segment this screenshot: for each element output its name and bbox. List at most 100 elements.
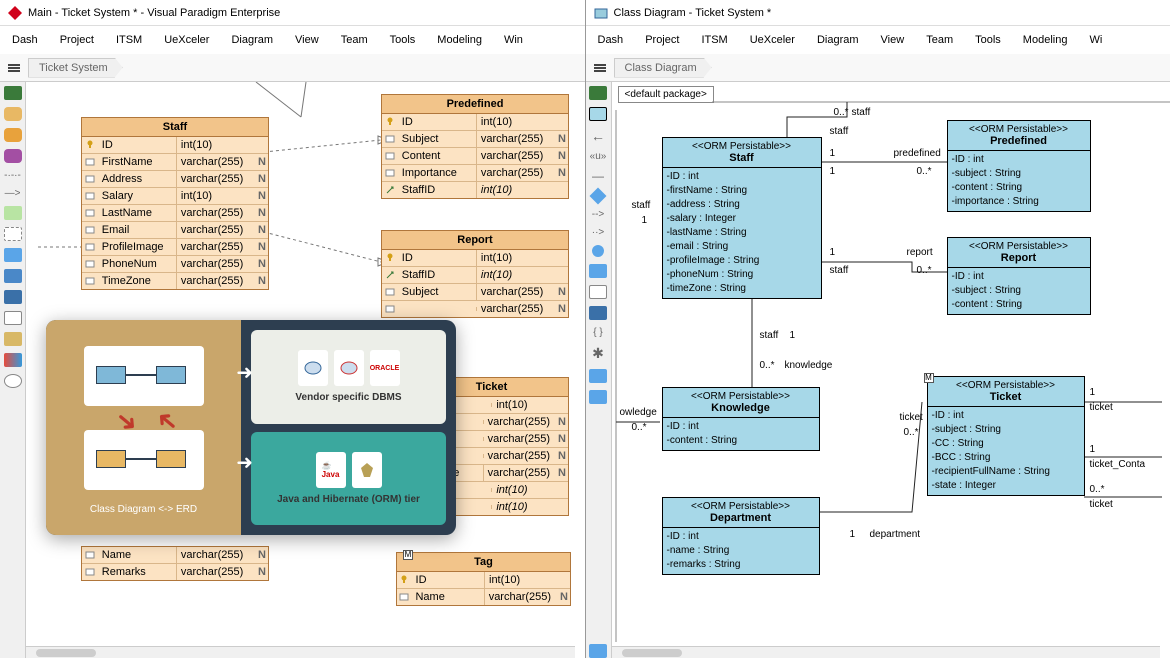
erd-staff[interactable]: Staff IDint(10)FirstNamevarchar(255)NAdd… <box>81 117 269 290</box>
palette-agg-icon[interactable] <box>590 188 607 205</box>
lbl-know-m2: 0..* <box>632 422 647 433</box>
menu-dash[interactable]: Dash <box>12 34 38 46</box>
erd-predefined[interactable]: Predefined IDint(10)Subjectvarchar(255)N… <box>381 94 569 199</box>
scrollbar-h-right[interactable] <box>612 646 1161 658</box>
uml-staff[interactable]: <<ORM Persistable>>Staff -ID : int-first… <box>662 137 822 299</box>
menu-tools[interactable]: Tools <box>390 34 416 46</box>
lbl-staff-ext: staff <box>632 200 651 211</box>
uml-department[interactable]: <<ORM Persistable>>Department -ID : int-… <box>662 497 820 575</box>
menu-view-r[interactable]: View <box>881 34 905 46</box>
lbl-know-staff: staff <box>760 330 779 341</box>
menu-modeling-r[interactable]: Modeling <box>1023 34 1068 46</box>
uml-predefined-body: -ID : int-subject : String-content : Str… <box>948 151 1090 211</box>
palette-cursor-icon-r[interactable] <box>589 86 607 100</box>
menu-view[interactable]: View <box>295 34 319 46</box>
menu-project[interactable]: Project <box>60 34 94 46</box>
palette-port-icon[interactable] <box>592 245 604 257</box>
palette-assoc-icon[interactable]: — <box>592 169 604 183</box>
workarea-left: -·-·- —> <box>0 82 585 658</box>
menu-itsm-r[interactable]: ITSM <box>701 34 727 46</box>
menu-team[interactable]: Team <box>341 34 368 46</box>
erd-dept-rows: Namevarchar(255)NRemarksvarchar(255)N <box>82 547 268 580</box>
promo-overlay: ➜ ➜ Class Diagram <-> ERD ➜ ➜ <box>46 320 456 535</box>
workarea-right: ← «u» — --> ··> { } ✱ <default package> <box>586 82 1170 658</box>
erd-tag-handle[interactable]: M <box>403 550 413 560</box>
palette-view-icon[interactable] <box>4 149 22 163</box>
palette-real-icon[interactable]: ··> <box>592 227 605 238</box>
lbl-pred-1: 1 <box>830 148 836 159</box>
lbl-pred-m: 0..* <box>917 166 932 177</box>
lbl-tic-mc: 0..* <box>1090 484 1105 495</box>
palette-class-icon[interactable] <box>589 107 607 121</box>
menu-team-r[interactable]: Team <box>926 34 953 46</box>
erd-canvas[interactable]: Staff IDint(10)FirstNamevarchar(255)NAdd… <box>26 82 585 658</box>
palette-folder2-icon[interactable] <box>589 390 607 404</box>
palette-pkg-icon[interactable] <box>589 264 607 278</box>
menu-dash-r[interactable]: Dash <box>598 34 624 46</box>
menu-modeling[interactable]: Modeling <box>437 34 482 46</box>
lbl-know-1: 1 <box>790 330 796 341</box>
palette-folder-icon[interactable] <box>589 369 607 383</box>
palette-cursor-icon[interactable] <box>4 86 22 100</box>
lbl-rep-r: report <box>907 247 933 258</box>
menu-diagram[interactable]: Diagram <box>231 34 273 46</box>
promo-orm-label: Java and Hibernate (ORM) tier <box>277 494 420 505</box>
palette-shape3-icon[interactable] <box>4 290 22 304</box>
palette-anchor-icon[interactable]: ✱ <box>592 345 604 362</box>
scrollbar-h-left[interactable] <box>26 646 575 658</box>
erd-tag[interactable]: Tag IDint(10)Namevarchar(255)N <box>396 552 571 606</box>
menu-itsm[interactable]: ITSM <box>116 34 142 46</box>
erd-dept[interactable]: Namevarchar(255)NRemarksvarchar(255)N <box>81 546 269 581</box>
menu-tools-r[interactable]: Tools <box>975 34 1001 46</box>
palette-dep-icon[interactable]: --> <box>592 209 605 220</box>
uml-ticket-name: Ticket <box>931 391 1081 403</box>
uml-ticket[interactable]: <<ORM Persistable>>Ticket -ID : int-subj… <box>927 376 1085 496</box>
uml-knowledge[interactable]: <<ORM Persistable>>Knowledge -ID : int-c… <box>662 387 820 451</box>
palette-entity-icon[interactable] <box>4 107 22 121</box>
palette-entity2-icon[interactable] <box>4 128 22 142</box>
palette-frame-icon[interactable] <box>4 227 22 241</box>
hibernate-icon <box>352 452 382 488</box>
palette-conn-icon[interactable]: -·-·- <box>4 170 21 181</box>
lbl-tic-1b: 1 <box>1090 444 1096 455</box>
palette-conn2-icon[interactable]: —> <box>5 188 21 199</box>
palette-frame-icon-r[interactable] <box>589 285 607 299</box>
menu-uexceler[interactable]: UeXceler <box>164 34 209 46</box>
breadcrumb-crumb-r[interactable]: Class Diagram <box>614 58 712 78</box>
palette-gen-icon[interactable]: ← <box>591 128 605 144</box>
erd-report[interactable]: Report IDint(10)StaffIDint(10)Subjectvar… <box>381 230 569 318</box>
uml-report[interactable]: <<ORM Persistable>>Report -ID : int-subj… <box>947 237 1091 315</box>
lbl-know-role: owledge <box>620 407 657 418</box>
palette-obj-icon[interactable]: { } <box>593 327 602 338</box>
uml-predefined[interactable]: <<ORM Persistable>>Predefined -ID : int-… <box>947 120 1091 212</box>
arrow-right-icon: ➜ <box>236 360 253 385</box>
palette-use-icon[interactable]: «u» <box>590 151 607 162</box>
breadcrumb-menu-icon-r[interactable] <box>592 60 608 76</box>
uml-predefined-name: Predefined <box>951 135 1087 147</box>
menu-window[interactable]: Win <box>504 34 523 46</box>
package-label[interactable]: <default package> <box>618 86 714 103</box>
palette-color-icon[interactable] <box>4 353 22 367</box>
menu-diagram-r[interactable]: Diagram <box>817 34 859 46</box>
palette-shape5-icon[interactable] <box>4 332 22 346</box>
palette-shape4-icon[interactable] <box>4 311 22 325</box>
menu-uexceler-r[interactable]: UeXceler <box>750 34 795 46</box>
uml-canvas[interactable]: <default package> <box>612 82 1170 658</box>
erd-predefined-rows: IDint(10)Subjectvarchar(255)NContentvarc… <box>382 114 568 198</box>
palette-bottom-icon[interactable] <box>589 644 607 658</box>
palette-left: -·-·- —> <box>0 82 26 658</box>
palette-comp-icon[interactable] <box>589 306 607 320</box>
breadcrumb-menu-icon[interactable] <box>6 60 22 76</box>
uml-ticket-handle[interactable]: M <box>924 373 934 383</box>
erd-report-rows: IDint(10)StaffIDint(10)Subjectvarchar(25… <box>382 250 568 317</box>
oracle-icon: ORACLE <box>370 350 400 386</box>
breadcrumb-crumb[interactable]: Ticket System <box>28 58 123 78</box>
palette-circle-icon[interactable] <box>4 374 22 388</box>
erd-staff-rows: IDint(10)FirstNamevarchar(255)NAddressva… <box>82 137 268 289</box>
palette-shape1-icon[interactable] <box>4 248 22 262</box>
palette-shape2-icon[interactable] <box>4 269 22 283</box>
menu-window-r[interactable]: Wi <box>1089 34 1102 46</box>
lbl-rep-s: staff <box>830 265 849 276</box>
palette-note-icon[interactable] <box>4 206 22 220</box>
menu-project-r[interactable]: Project <box>645 34 679 46</box>
